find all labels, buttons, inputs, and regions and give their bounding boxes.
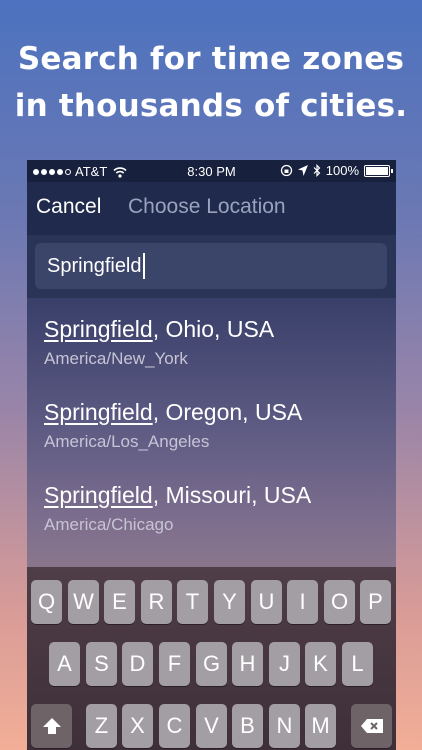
battery-percent: 100% bbox=[325, 163, 359, 178]
list-item[interactable]: Springfield, Oregon, USA America/Los_Ang… bbox=[44, 399, 302, 452]
result-rest: , Ohio, USA bbox=[152, 316, 275, 342]
list-item[interactable]: Springfield, Ohio, USA America/New_York bbox=[44, 316, 274, 369]
marketing-headline: Search for time zones in thousands of ci… bbox=[0, 36, 422, 130]
phone-screen: AT&T 8:30 PM 100% Cancel Choose Location… bbox=[27, 160, 396, 750]
search-area: Springfield bbox=[27, 235, 396, 298]
key-j[interactable]: J bbox=[269, 642, 300, 686]
key-u[interactable]: U bbox=[251, 580, 282, 624]
key-c[interactable]: C bbox=[159, 704, 190, 748]
list-item[interactable]: Springfield, Missouri, USA America/Chica… bbox=[44, 482, 311, 535]
result-city: Springfield, Oregon, USA bbox=[44, 399, 302, 426]
delete-icon bbox=[360, 719, 383, 733]
key-a[interactable]: A bbox=[49, 642, 80, 686]
key-p[interactable]: P bbox=[360, 580, 391, 624]
result-match: Springfield bbox=[44, 316, 153, 342]
result-timezone: America/Chicago bbox=[44, 515, 174, 534]
key-i[interactable]: I bbox=[287, 580, 318, 624]
lock-rotation-icon bbox=[280, 164, 292, 177]
result-timezone: America/New_York bbox=[44, 349, 188, 368]
search-input[interactable]: Springfield bbox=[35, 243, 387, 289]
key-h[interactable]: H bbox=[232, 642, 263, 686]
status-right: 100% bbox=[280, 163, 393, 178]
key-r[interactable]: R bbox=[141, 580, 172, 624]
shift-icon bbox=[42, 718, 61, 734]
key-f[interactable]: F bbox=[159, 642, 190, 686]
key-g[interactable]: G bbox=[196, 642, 227, 686]
key-x[interactable]: X bbox=[122, 704, 153, 748]
key-z[interactable]: Z bbox=[86, 704, 117, 748]
shift-key[interactable] bbox=[31, 704, 72, 748]
key-e[interactable]: E bbox=[104, 580, 135, 624]
key-s[interactable]: S bbox=[86, 642, 117, 686]
key-d[interactable]: D bbox=[122, 642, 153, 686]
key-k[interactable]: K bbox=[305, 642, 336, 686]
key-t[interactable]: T bbox=[177, 580, 208, 624]
result-city: Springfield, Missouri, USA bbox=[44, 482, 311, 509]
nav-title: Choose Location bbox=[128, 195, 286, 218]
key-q[interactable]: Q bbox=[31, 580, 62, 624]
battery-icon bbox=[364, 164, 393, 177]
cancel-button[interactable]: Cancel bbox=[36, 195, 101, 219]
key-w[interactable]: W bbox=[68, 580, 99, 624]
result-match: Springfield bbox=[44, 482, 153, 508]
key-l[interactable]: L bbox=[342, 642, 373, 686]
navigation-bar: Cancel Choose Location bbox=[27, 182, 396, 235]
headline-line-2: in thousands of cities. bbox=[14, 88, 408, 124]
result-match: Springfield bbox=[44, 399, 153, 425]
key-n[interactable]: N bbox=[269, 704, 300, 748]
key-b[interactable]: B bbox=[232, 704, 263, 748]
delete-key[interactable] bbox=[351, 704, 392, 748]
bluetooth-icon bbox=[313, 164, 321, 177]
key-o[interactable]: O bbox=[324, 580, 355, 624]
key-v[interactable]: V bbox=[196, 704, 227, 748]
key-m[interactable]: M bbox=[305, 704, 336, 748]
result-timezone: America/Los_Angeles bbox=[44, 432, 210, 451]
result-city: Springfield, Ohio, USA bbox=[44, 316, 274, 343]
key-y[interactable]: Y bbox=[214, 580, 245, 624]
result-rest: , Oregon, USA bbox=[152, 399, 303, 425]
result-rest: , Missouri, USA bbox=[152, 482, 312, 508]
headline-line-1: Search for time zones bbox=[17, 41, 405, 77]
location-arrow-icon bbox=[297, 165, 308, 176]
status-bar: AT&T 8:30 PM 100% bbox=[27, 160, 396, 182]
search-input-value: Springfield bbox=[47, 254, 142, 277]
text-caret bbox=[142, 253, 145, 279]
keyboard: Q W E R T Y U I O P A S D F G H J K L Z … bbox=[27, 567, 396, 750]
